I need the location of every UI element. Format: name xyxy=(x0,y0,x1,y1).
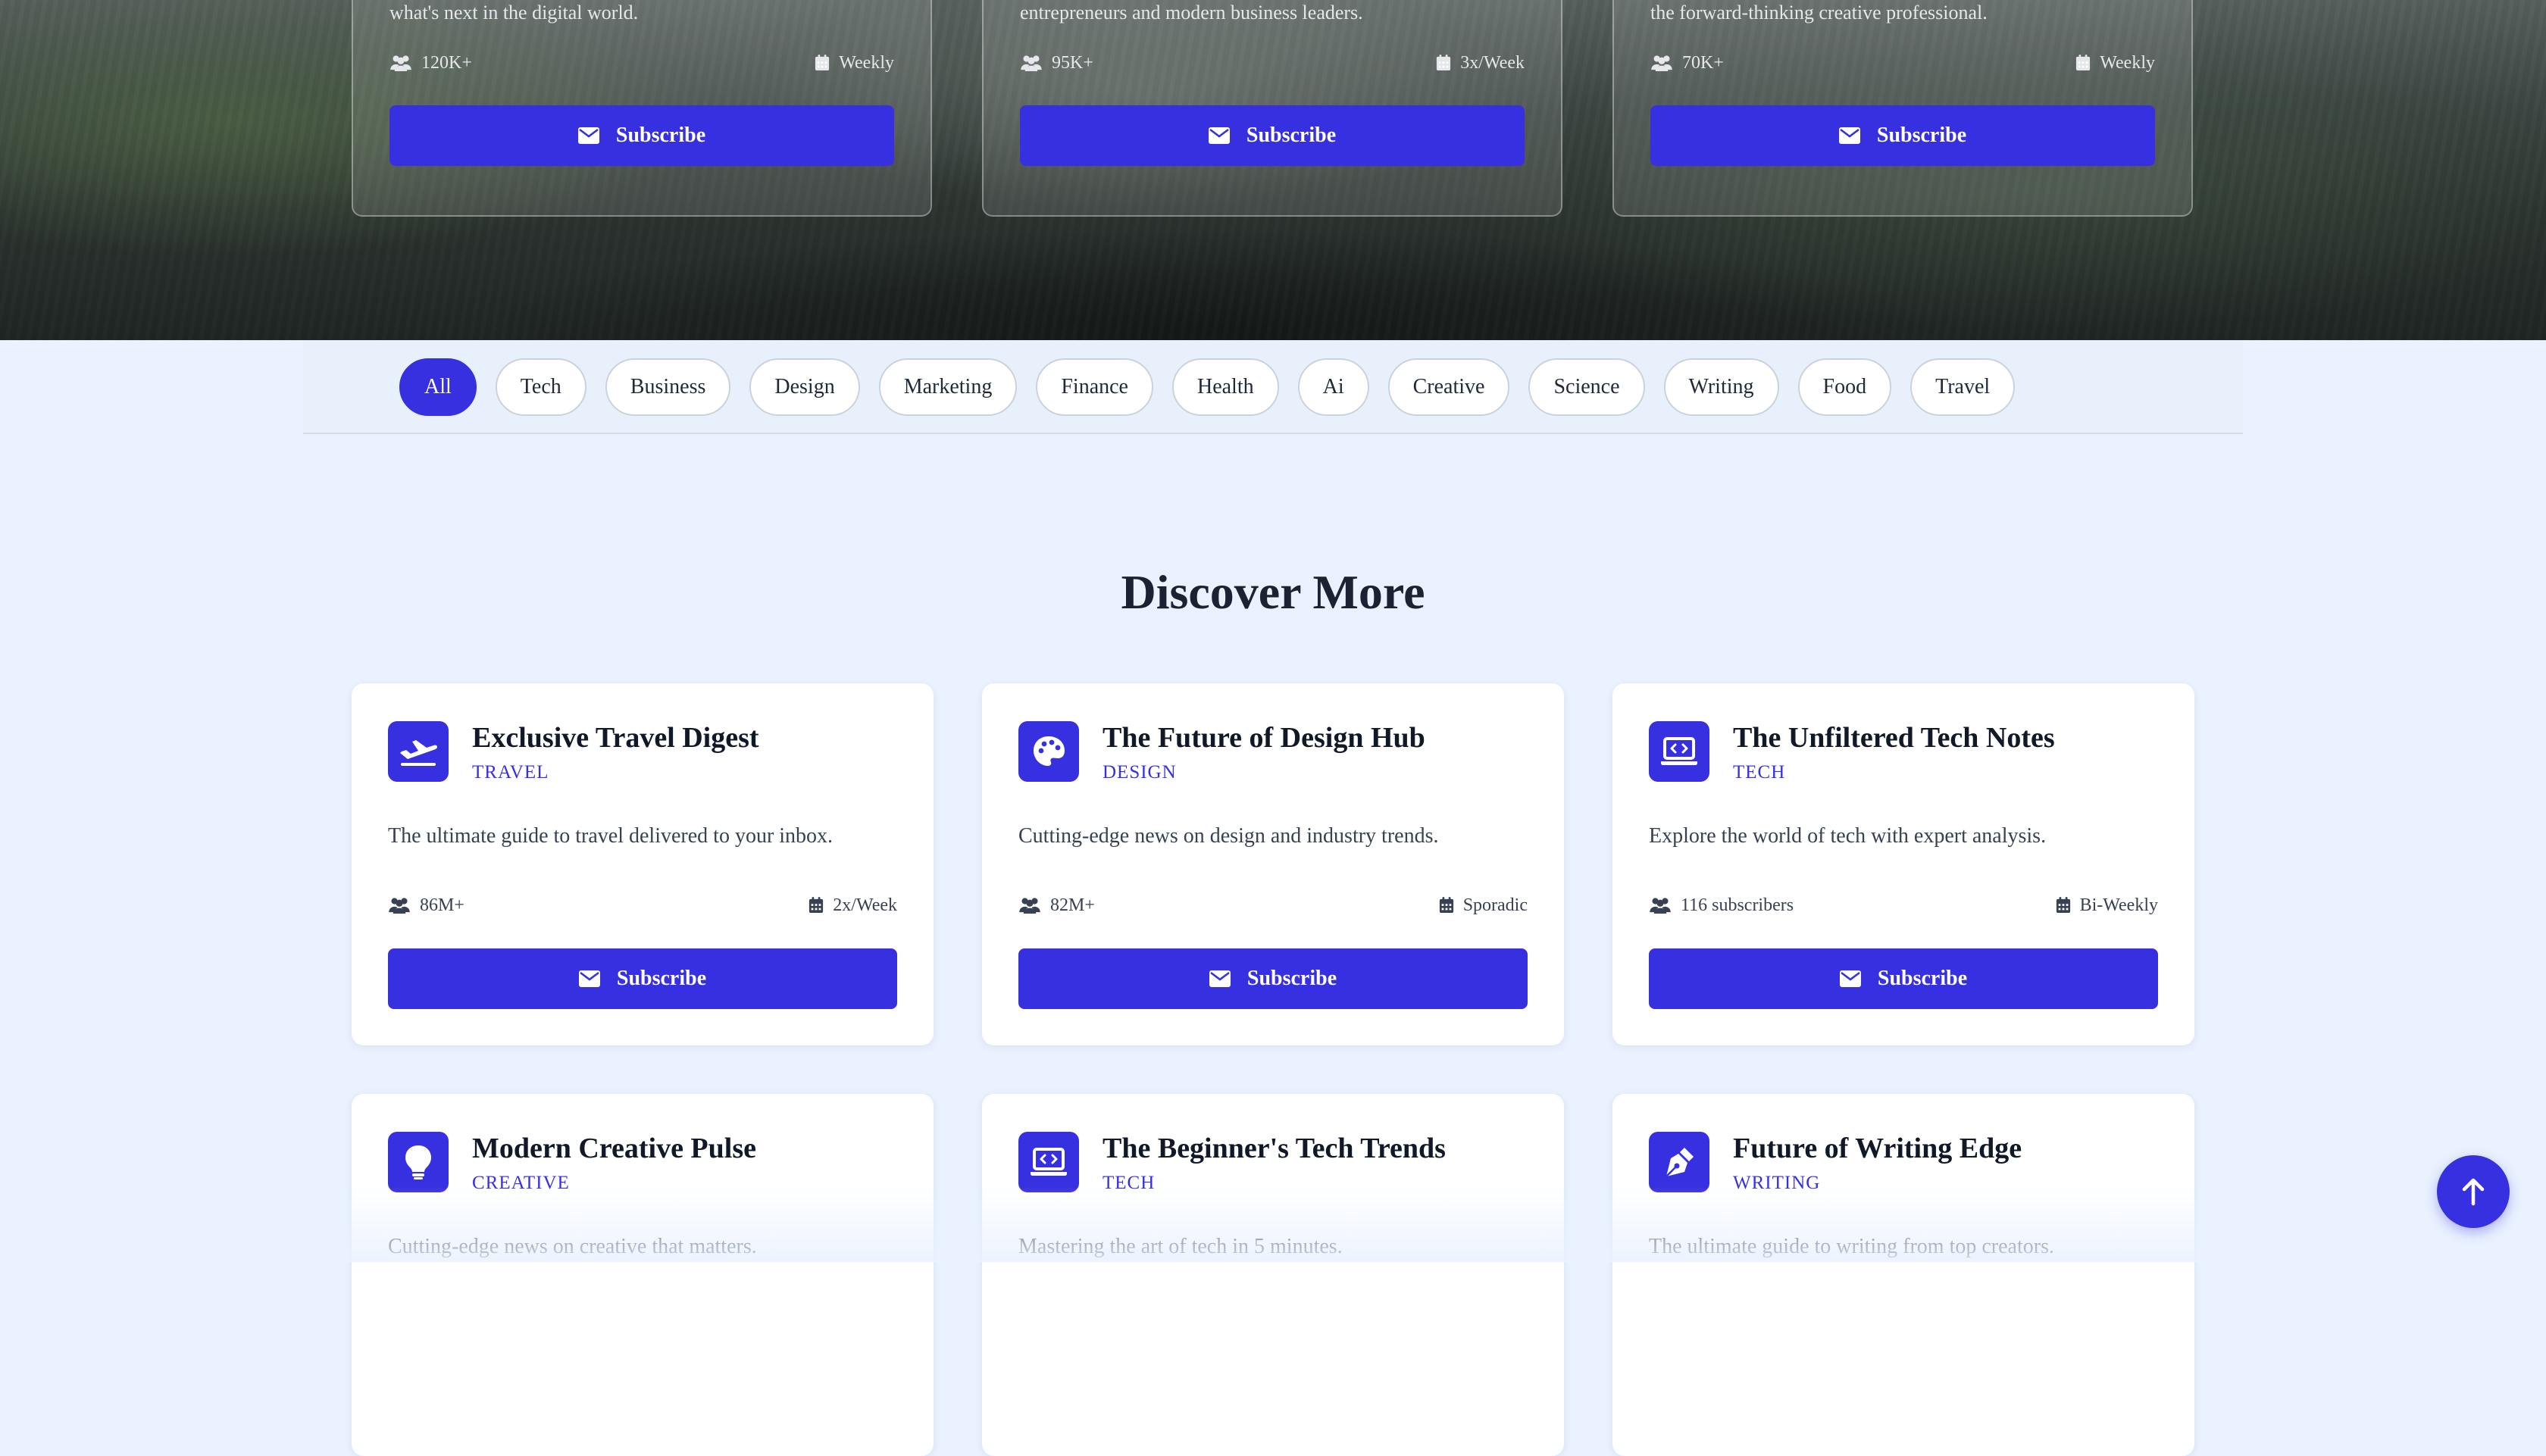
newsletter-card: The Unfiltered Tech Notes TECH Explore t… xyxy=(1612,683,2194,1045)
arrow-up-icon xyxy=(2462,1178,2485,1206)
newsletter-description: Mastering the art of tech in 5 minutes. xyxy=(1018,1235,1343,1258)
newsletter-category: DESIGN xyxy=(1103,762,1177,783)
newsletter-description: Cutting-edge news on design and industry… xyxy=(1018,824,1439,848)
calendar-icon xyxy=(2075,55,2091,71)
newsletter-description: the forward-thinking creative profession… xyxy=(1650,2,1988,23)
envelope-icon xyxy=(578,127,599,144)
users-icon xyxy=(1650,55,1673,71)
subscribe-button[interactable]: Subscribe xyxy=(1649,948,2158,1009)
users-icon xyxy=(389,55,412,71)
newsletter-title: Future of Writing Edge xyxy=(1733,1133,2022,1164)
frequency: Weekly xyxy=(2075,53,2155,73)
newsletter-description: what's next in the digital world. xyxy=(389,2,639,23)
newsletter-card: The Future of Design Hub DESIGN Cutting-… xyxy=(982,683,1564,1045)
filter-food[interactable]: Food xyxy=(1797,358,1892,416)
hero-background: what's next in the digital world. 120K+ … xyxy=(0,0,2546,340)
newsletter-card: The Beginner's Tech Trends TECH Masterin… xyxy=(982,1094,1564,1456)
newsletter-category: TECH xyxy=(1103,1173,1156,1193)
envelope-icon xyxy=(1209,970,1231,987)
newsletter-title: The Future of Design Hub xyxy=(1103,722,1425,754)
calendar-icon xyxy=(815,55,830,71)
newsletter-description: Cutting-edge news on creative that matte… xyxy=(388,1235,757,1258)
frequency: Bi-Weekly xyxy=(2056,895,2158,916)
filter-design[interactable]: Design xyxy=(749,358,860,416)
subscriber-count: 95K+ xyxy=(1020,53,1093,73)
newsletter-card: Modern Creative Pulse CREATIVE Cutting-e… xyxy=(352,1094,934,1456)
frequency: Weekly xyxy=(815,53,894,73)
filter-marketing[interactable]: Marketing xyxy=(878,358,1018,416)
newsletter-title: Modern Creative Pulse xyxy=(472,1133,756,1164)
envelope-icon xyxy=(1209,127,1230,144)
frequency: 3x/Week xyxy=(1436,53,1525,73)
palette-icon xyxy=(1018,721,1079,782)
calendar-icon xyxy=(809,897,824,914)
users-icon xyxy=(1018,897,1041,914)
newsletter-category: TRAVEL xyxy=(472,762,549,783)
featured-newsletter-card: what's next in the digital world. 120K+ … xyxy=(352,0,932,217)
filter-writing[interactable]: Writing xyxy=(1663,358,1779,416)
subscribe-button[interactable]: Subscribe xyxy=(388,948,897,1009)
featured-newsletter-card: the forward-thinking creative profession… xyxy=(1612,0,2193,217)
subscribe-button[interactable]: Subscribe xyxy=(1650,105,2155,166)
filter-finance[interactable]: Finance xyxy=(1036,358,1153,416)
subscribe-button[interactable]: Subscribe xyxy=(1020,105,1525,166)
filter-tech[interactable]: Tech xyxy=(495,358,586,416)
lightbulb-icon xyxy=(388,1132,449,1192)
subscriber-count: 120K+ xyxy=(389,53,472,73)
featured-newsletter-card: entrepreneurs and modern business leader… xyxy=(982,0,1562,217)
newsletter-title: The Unfiltered Tech Notes xyxy=(1733,722,2055,754)
category-filter-bar: All Tech Business Design Marketing Finan… xyxy=(303,340,2243,434)
calendar-icon xyxy=(1439,897,1454,914)
subscribe-button[interactable]: Subscribe xyxy=(389,105,894,166)
users-icon xyxy=(388,897,411,914)
frequency: Sporadic xyxy=(1439,895,1528,916)
section-title: Discover More xyxy=(1121,565,1425,619)
envelope-icon xyxy=(1839,127,1860,144)
scroll-to-top-button[interactable] xyxy=(2437,1155,2510,1228)
filter-creative[interactable]: Creative xyxy=(1387,358,1510,416)
subscriber-count: 82M+ xyxy=(1018,895,1095,916)
newsletter-title: The Beginner's Tech Trends xyxy=(1103,1133,1446,1164)
newsletter-title: Exclusive Travel Digest xyxy=(472,722,759,754)
subscriber-count: 70K+ xyxy=(1650,53,1724,73)
newsletter-category: CREATIVE xyxy=(472,1173,570,1193)
filter-travel[interactable]: Travel xyxy=(1910,358,2016,416)
filter-all[interactable]: All xyxy=(399,358,477,416)
newsletter-category: TECH xyxy=(1733,762,1786,783)
newsletter-description: Explore the world of tech with expert an… xyxy=(1649,824,2047,848)
filter-science[interactable]: Science xyxy=(1528,358,1645,416)
subscribe-button[interactable]: Subscribe xyxy=(1018,948,1528,1009)
subscriber-count: 116 subscribers xyxy=(1649,895,1794,916)
newsletter-description: The ultimate guide to writing from top c… xyxy=(1649,1235,2054,1258)
filter-business[interactable]: Business xyxy=(605,358,731,416)
frequency: 2x/Week xyxy=(809,895,897,916)
calendar-icon xyxy=(1436,55,1451,71)
envelope-icon xyxy=(1840,970,1861,987)
newsletter-description: entrepreneurs and modern business leader… xyxy=(1020,2,1363,23)
plane-departure-icon xyxy=(388,721,449,782)
newsletter-category: WRITING xyxy=(1733,1173,1821,1193)
calendar-icon xyxy=(2056,897,2071,914)
users-icon xyxy=(1020,55,1043,71)
envelope-icon xyxy=(579,970,600,987)
filter-health[interactable]: Health xyxy=(1171,358,1279,416)
filter-ai[interactable]: Ai xyxy=(1297,358,1369,416)
laptop-code-icon xyxy=(1649,721,1709,782)
subscriber-count: 86M+ xyxy=(388,895,464,916)
laptop-code-icon xyxy=(1018,1132,1079,1192)
newsletter-description: The ultimate guide to travel delivered t… xyxy=(388,824,834,848)
newsletter-card: Exclusive Travel Digest TRAVEL The ultim… xyxy=(352,683,934,1045)
users-icon xyxy=(1649,897,1672,914)
pen-nib-icon xyxy=(1649,1132,1709,1192)
newsletter-card: Future of Writing Edge WRITING The ultim… xyxy=(1612,1094,2194,1456)
